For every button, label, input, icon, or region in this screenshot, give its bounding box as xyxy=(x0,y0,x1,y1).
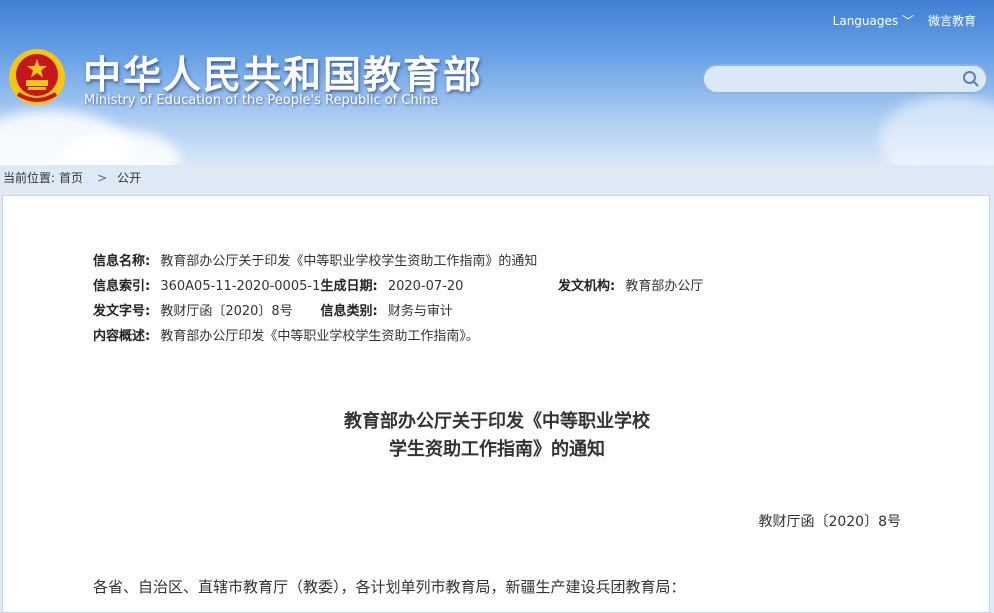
info-category-label: 信息类别: xyxy=(320,304,378,319)
document-title-line1: 教育部办公厅关于印发《中等职业学校 xyxy=(344,411,650,432)
info-org-value: 教育部办公厅 xyxy=(625,279,704,294)
info-category-value: 财务与审计 xyxy=(387,304,453,319)
document-salutation: 各省、自治区、直辖市教育厅（教委），各计划单列市教育局，新疆生产建设兵团教育局： xyxy=(93,578,686,596)
info-docno-value: 教财厅函〔2020〕8号 xyxy=(160,304,293,319)
search-box xyxy=(702,64,988,94)
info-row-index: 信息索引: 360A05-11-2020-0005-1 生成日期: 2020-0… xyxy=(93,275,703,294)
chevron-down-icon: ﹀ xyxy=(901,14,914,28)
national-emblem-icon xyxy=(9,49,65,105)
info-org-label: 发文机构: xyxy=(557,279,616,294)
site-subtitle: Ministry of Education of the People's Re… xyxy=(84,93,439,108)
info-row-docno: 发文字号: 教财厅函〔2020〕8号 信息类别: 财务与审计 xyxy=(93,300,453,319)
info-name-label: 信息名称: xyxy=(93,254,151,269)
chevron-right-icon: > xyxy=(97,171,108,185)
breadcrumb-current[interactable]: 公开 xyxy=(117,171,141,185)
document-title-line2: 学生资助工作指南》的通知 xyxy=(389,439,605,460)
top-links: Languages ﹀ 微言教育 xyxy=(833,12,976,29)
info-summary-label: 内容概述: xyxy=(93,329,151,344)
info-row-name: 信息名称: 教育部办公厅关于印发《中等职业学校学生资助工作指南》的通知 xyxy=(93,250,537,269)
info-index-value: 360A05-11-2020-0005-1 xyxy=(160,279,321,294)
info-index-label: 信息索引: xyxy=(93,279,151,294)
search-input[interactable] xyxy=(716,66,960,94)
article-panel: 信息名称: 教育部办公厅关于印发《中等职业学校学生资助工作指南》的通知 信息索引… xyxy=(2,195,990,613)
site-title[interactable]: 中华人民共和国教育部 xyxy=(83,44,483,99)
search-icon[interactable] xyxy=(962,70,980,88)
info-summary-value: 教育部办公厅印发《中等职业学校学生资助工作指南》。 xyxy=(160,329,479,344)
info-row-summary: 内容概述: 教育部办公厅印发《中等职业学校学生资助工作指南》。 xyxy=(93,325,479,344)
info-date-value: 2020-07-20 xyxy=(387,279,464,294)
site-header: 中华人民共和国教育部 Ministry of Education of the … xyxy=(0,0,994,165)
info-date-label: 生成日期: xyxy=(320,279,378,294)
languages-label: Languages xyxy=(832,14,899,28)
weibo-link[interactable]: 微言教育 xyxy=(928,12,976,29)
breadcrumb: 当前位置: 首页 > 公开 xyxy=(3,169,145,186)
breadcrumb-home[interactable]: 首页 xyxy=(59,171,83,185)
document-title: 教育部办公厅关于印发《中等职业学校 学生资助工作指南》的通知 xyxy=(3,408,991,464)
languages-menu[interactable]: Languages ﹀ xyxy=(833,12,914,29)
info-name-value: 教育部办公厅关于印发《中等职业学校学生资助工作指南》的通知 xyxy=(160,254,538,269)
info-docno-label: 发文字号: xyxy=(93,304,151,319)
breadcrumb-prefix: 当前位置: xyxy=(3,171,56,185)
dandelion-decoration xyxy=(880,95,994,165)
document-number: 教财厅函〔2020〕8号 xyxy=(758,514,901,530)
